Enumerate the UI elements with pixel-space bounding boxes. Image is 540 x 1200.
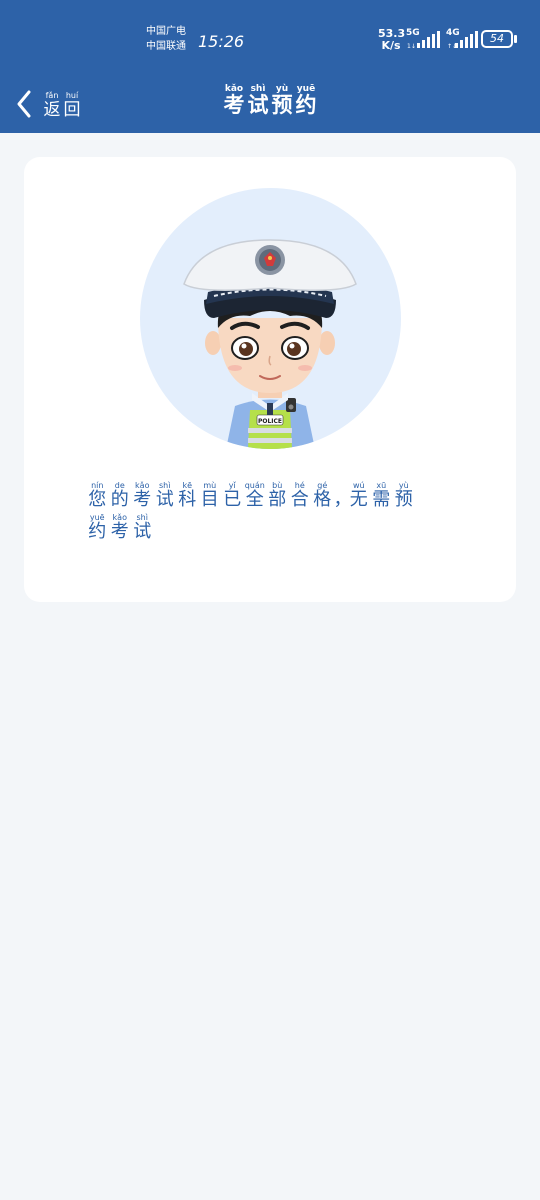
message-char: kǎo 考 xyxy=(110,513,129,542)
police-badge-text: POLICE xyxy=(258,418,282,425)
title-char: shì 试 xyxy=(247,84,269,117)
message-char: quán 全 xyxy=(244,481,265,510)
message-char: mù 目 xyxy=(200,481,219,510)
result-card: POLICE nín 您 de 的 kǎo 考 shì 试 kē 科 mù 目 … xyxy=(24,157,516,602)
signal-5g: 5G 1↓ xyxy=(406,28,442,50)
message-char: ， xyxy=(333,489,352,510)
network-speed: 53.3 K/s xyxy=(378,28,405,52)
message-char: de 的 xyxy=(110,481,129,510)
message-char: gé 格 xyxy=(313,481,332,510)
app-header: 中国广电 中国联通 15:26 53.3 K/s 5G 1↓ 4G ↑↓ 54 … xyxy=(0,0,540,133)
message-char: shì 试 xyxy=(133,513,152,542)
battery-icon: 54 xyxy=(481,30,513,48)
message-char: nín 您 xyxy=(88,481,107,510)
carrier-names: 中国广电 中国联通 xyxy=(146,24,194,54)
message-char: xū 需 xyxy=(372,481,391,510)
svg-text:1↓: 1↓ xyxy=(407,43,416,50)
signal-bars-icon: 1↓ xyxy=(407,31,440,50)
message-char: yuē 约 xyxy=(88,513,107,542)
message-char: kē 科 xyxy=(178,481,197,510)
title-char: yuē 约 xyxy=(295,84,317,117)
battery-nub xyxy=(514,35,517,43)
signal-4g: 4G ↑↓ xyxy=(446,28,478,50)
page-title: kǎo 考 shì 试 yù 预 yuē 约 xyxy=(0,84,540,116)
nav-bar: fǎn 返 huí 回 kǎo 考 shì 试 yù 预 yuē 约 xyxy=(0,78,540,133)
message-char: wú 无 xyxy=(349,481,368,510)
status-message: nín 您 de 的 kǎo 考 shì 试 kē 科 mù 目 yǐ 已 quán 全 bù 部 hé 合 gé 格 ，… xyxy=(86,481,446,545)
title-char: yù 预 xyxy=(271,84,293,117)
message-char: bù 部 xyxy=(268,481,287,510)
status-bar: 中国广电 中国联通 15:26 53.3 K/s 5G 1↓ 4G ↑↓ 54 xyxy=(0,0,540,78)
police-avatar: POLICE xyxy=(140,188,401,449)
status-time: 15:26 xyxy=(198,32,245,51)
carrier-1: 中国广电 xyxy=(146,26,186,37)
message-char: kǎo 考 xyxy=(133,481,152,510)
message-char: yǐ 已 xyxy=(223,481,242,510)
network-speed-unit: K/s xyxy=(381,39,401,52)
signal-bars-icon: ↑↓ xyxy=(447,31,478,50)
police-officer-illustration: POLICE xyxy=(183,239,357,449)
message-char: shì 试 xyxy=(155,481,174,510)
message-char: yù 预 xyxy=(394,481,413,510)
message-char: hé 合 xyxy=(290,481,309,510)
carrier-2: 中国联通 xyxy=(146,41,186,52)
title-char: kǎo 考 xyxy=(223,84,245,117)
